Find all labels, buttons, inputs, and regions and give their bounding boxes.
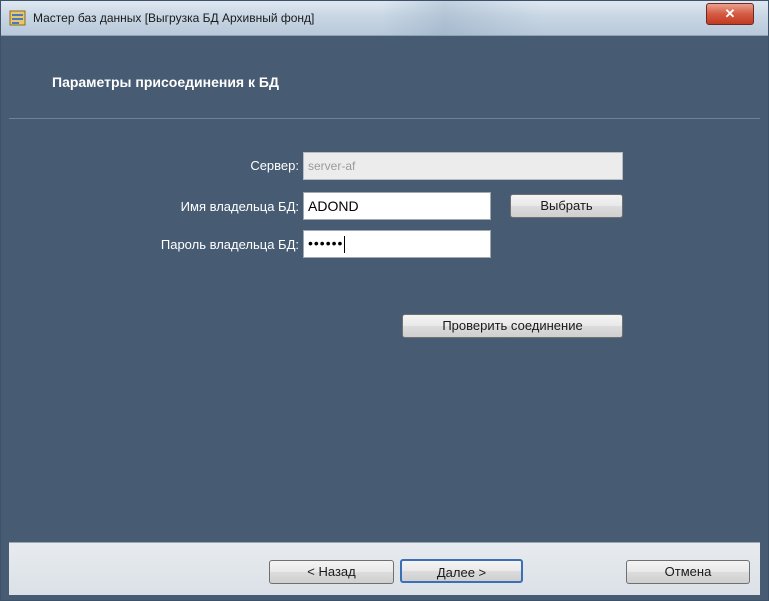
owner-field[interactable] bbox=[303, 192, 491, 220]
server-field[interactable] bbox=[303, 152, 623, 180]
page-title: Параметры присоединения к БД bbox=[52, 74, 279, 90]
password-value: •••••• bbox=[308, 235, 344, 251]
check-connection-button[interactable]: Проверить соединение bbox=[402, 314, 623, 338]
owner-label: Имя владельца БД: bbox=[180, 199, 299, 214]
cancel-button[interactable]: Отмена bbox=[626, 560, 750, 584]
close-icon: ✕ bbox=[724, 6, 736, 21]
back-button[interactable]: < Назад bbox=[269, 560, 394, 584]
server-label: Сервер: bbox=[250, 158, 299, 173]
select-owner-button[interactable]: Выбрать bbox=[510, 194, 623, 218]
window-title: Мастер баз данных [Выгрузка БД Архивный … bbox=[33, 11, 315, 25]
content-panel bbox=[9, 36, 760, 541]
password-label: Пароль владельца БД: bbox=[160, 237, 299, 252]
text-cursor bbox=[344, 235, 346, 253]
header-divider bbox=[9, 118, 760, 119]
close-button[interactable]: ✕ bbox=[706, 3, 754, 25]
database-wizard-icon bbox=[9, 9, 27, 27]
next-button[interactable]: Далее > bbox=[400, 559, 523, 583]
wizard-window: Мастер баз данных [Выгрузка БД Архивный … bbox=[0, 0, 769, 601]
title-bar[interactable]: Мастер баз данных [Выгрузка БД Архивный … bbox=[1, 1, 768, 36]
password-field[interactable]: •••••• bbox=[303, 230, 491, 258]
